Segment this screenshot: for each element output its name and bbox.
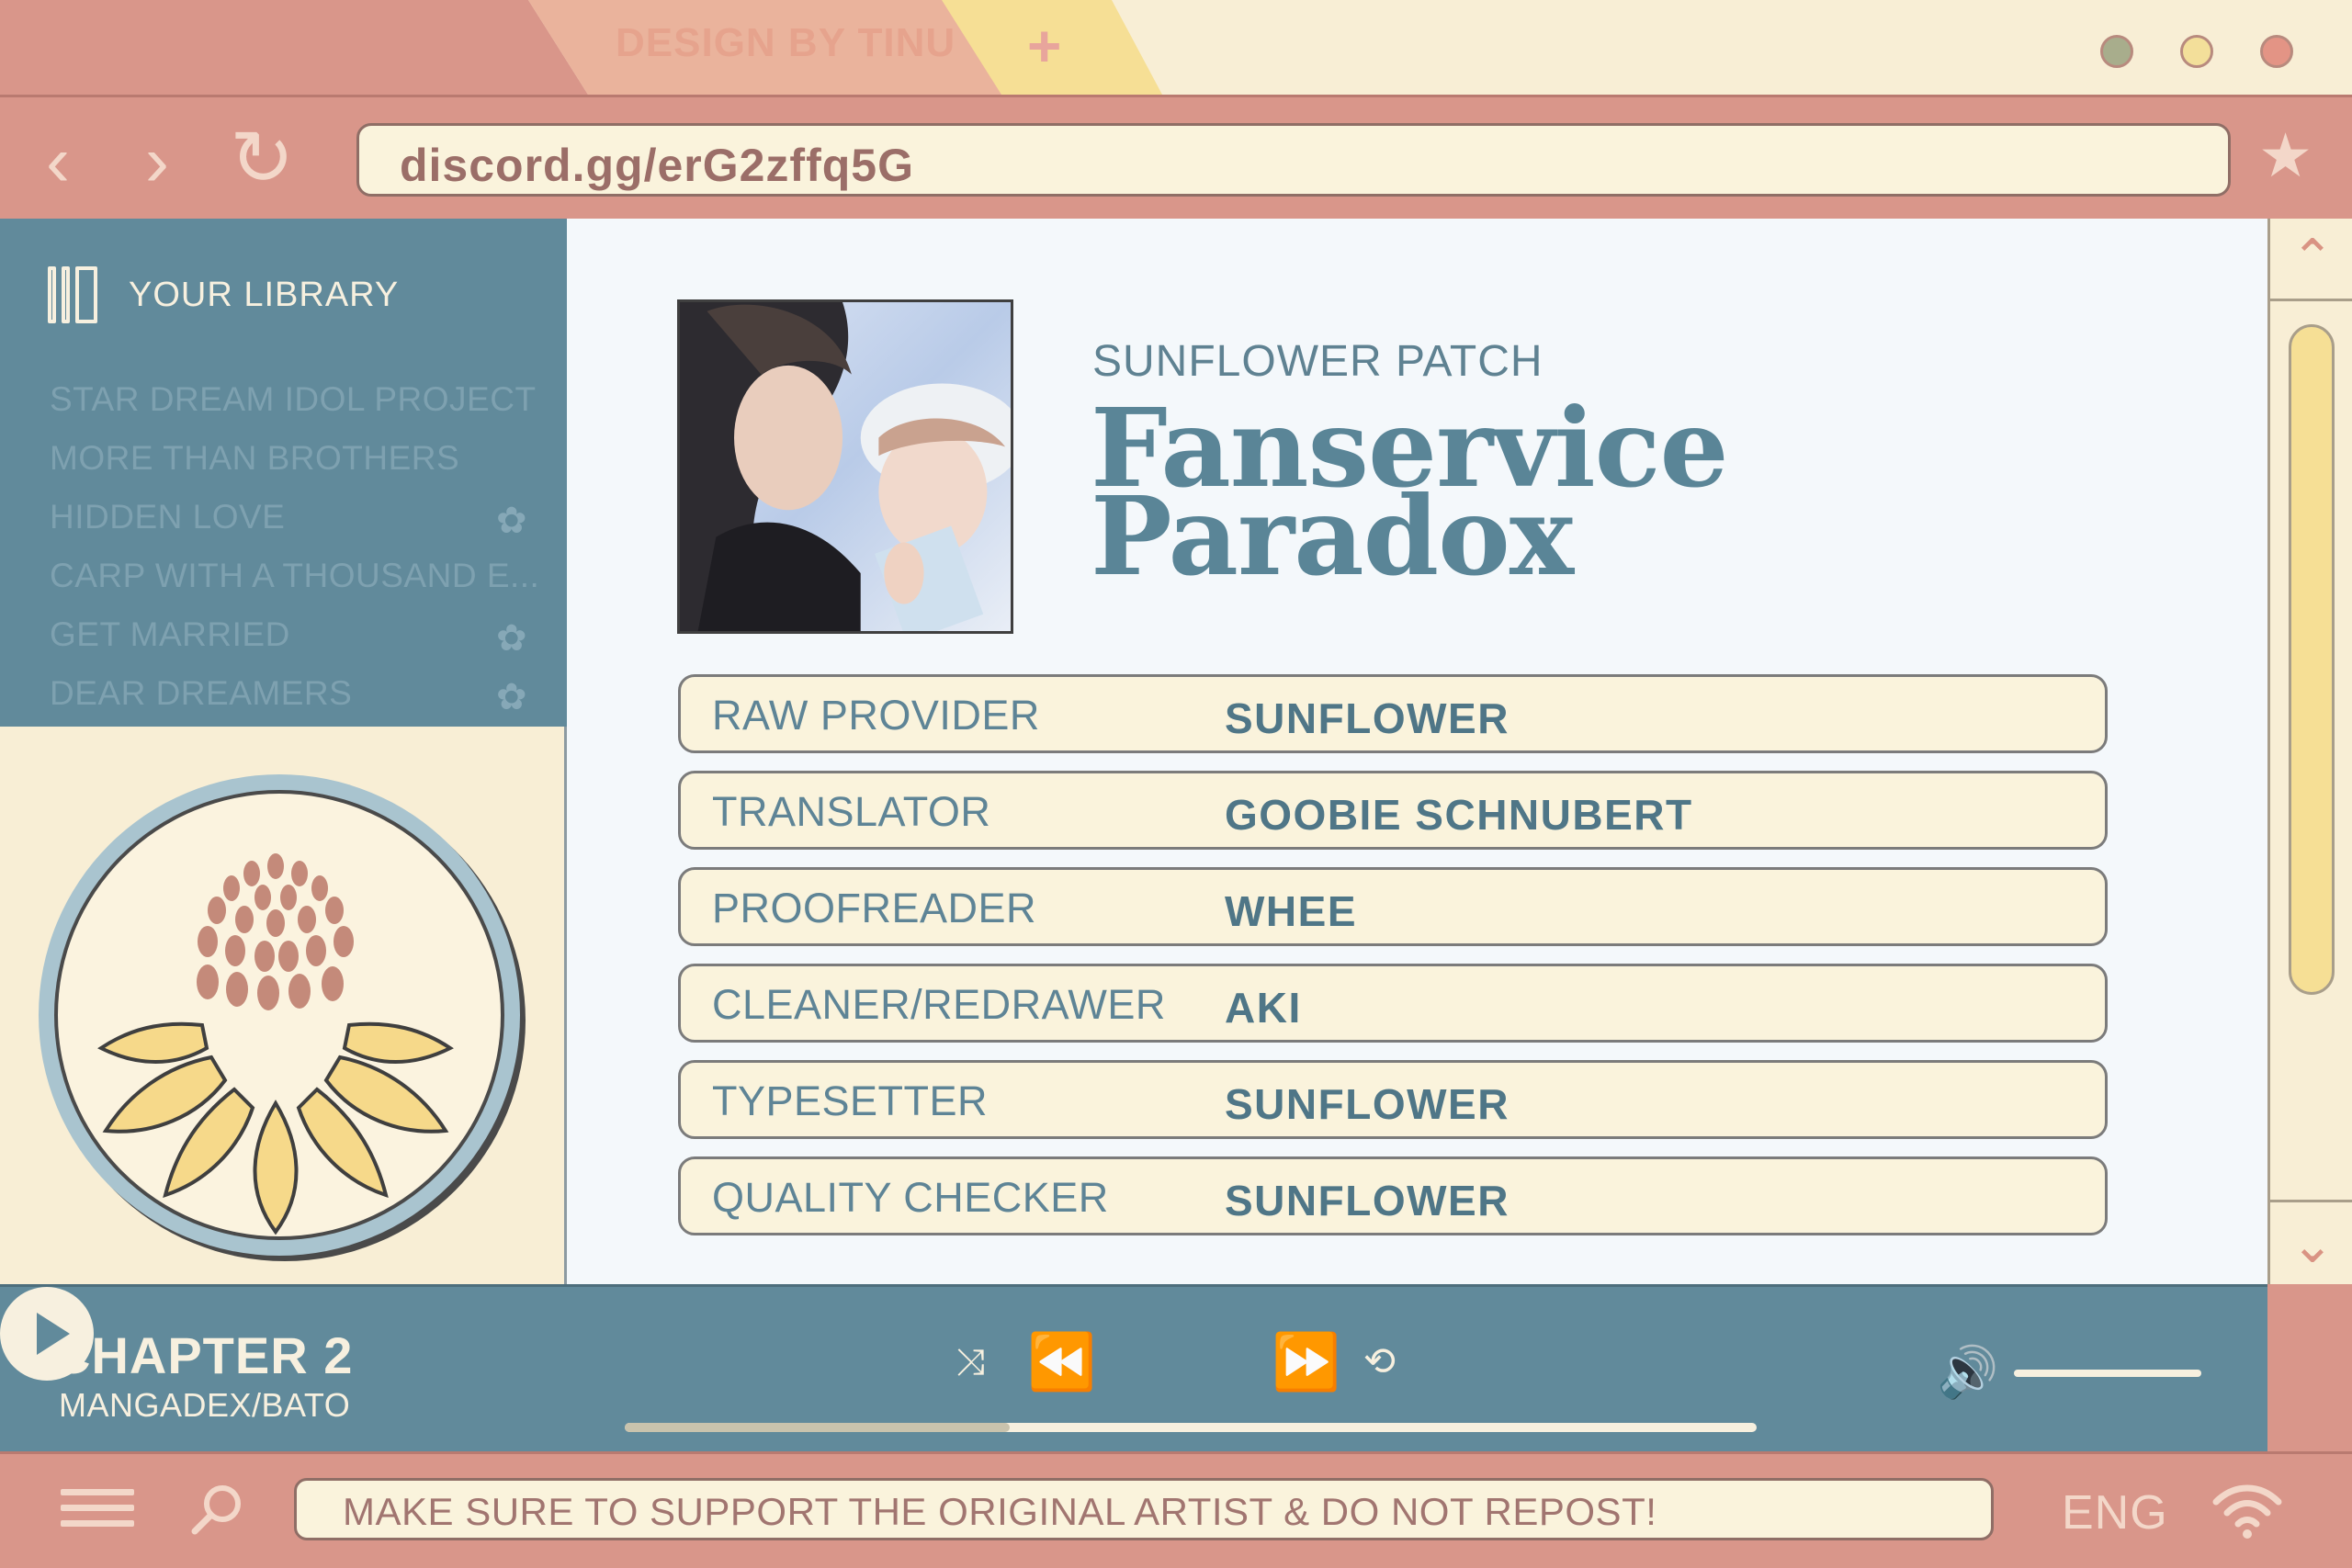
credit-role: CLEANER/REDRAWER [712, 981, 1166, 1028]
credit-name: AKI [1225, 984, 1302, 1032]
credit-row: CLEANER/REDRAWER AKI [678, 964, 2108, 1043]
fast-forward-icon[interactable]: ⏩ [1272, 1335, 1340, 1390]
library-item-label: DEAR DREAMERS [50, 674, 353, 712]
repeat-icon[interactable]: ⟲ [1363, 1342, 1396, 1381]
wifi-icon [2212, 1484, 2282, 1539]
maximize-button[interactable] [2180, 35, 2213, 68]
volume-slider[interactable] [2014, 1370, 2201, 1377]
library-item[interactable]: HIDDEN LOVE ✿ [50, 498, 527, 542]
tab-strip-left-area [0, 0, 588, 95]
flower-icon: ✿ [495, 618, 527, 659]
credit-role: TYPESETTER [712, 1077, 989, 1124]
flower-icon: ✿ [495, 677, 527, 717]
scroll-thumb[interactable] [2289, 324, 2335, 995]
minimize-button[interactable] [2100, 35, 2133, 68]
address-bar[interactable]: discord.gg/erG2zffq5G [356, 123, 2231, 197]
chapter-label: CHAPTER 2 [53, 1326, 354, 1384]
series-group-label: SUNFLOWER PATCH [1092, 337, 1544, 386]
progress-fill [625, 1423, 1010, 1432]
credit-row: RAW PROVIDER SUNFLOWER [678, 674, 2108, 753]
scroll-down-icon[interactable]: ⌄ [2270, 1200, 2352, 1284]
progress-bar[interactable] [625, 1423, 1757, 1432]
status-bar: MAKE SURE TO SUPPORT THE ORIGINAL ARTIST… [0, 1451, 2352, 1568]
credit-name: GOOBIE SCHNUBERT [1225, 791, 1693, 839]
library-item-label: HIDDEN LOVE [50, 498, 286, 536]
credit-role: QUALITY CHECKER [712, 1174, 1109, 1221]
credit-name: SUNFLOWER [1225, 1177, 1510, 1224]
library-title: YOUR LIBRARY [129, 276, 400, 314]
credit-name: WHEE [1225, 887, 1357, 935]
plus-icon: + [1027, 13, 1062, 79]
cover-art-image [677, 299, 1013, 634]
vertical-scrollbar[interactable]: ⌃ ⌄ [2267, 219, 2352, 1284]
credit-row: TRANSLATOR GOOBIE SCHNUBERT [678, 771, 2108, 850]
player-bar: CHAPTER 2 MANGADEX/BATO ⤨ ⏪ ⏩ ⟲ 🔊 [0, 1284, 2267, 1451]
library-item-label: MORE THAN BROTHERS [50, 439, 460, 477]
credit-name: SUNFLOWER [1225, 694, 1510, 742]
credit-role: RAW PROVIDER [712, 692, 1040, 739]
credit-role: TRANSLATOR [712, 788, 991, 835]
search-icon[interactable] [189, 1482, 244, 1537]
url-text: discord.gg/erG2zffq5G [400, 140, 914, 191]
series-title: Fanservice Paradox [1091, 394, 1826, 591]
library-item[interactable]: GET MARRIED ✿ [50, 615, 527, 660]
bookmark-star-icon[interactable]: ★ [2258, 125, 2312, 186]
library-item-label: CARP WITH A THOUSAND E... [50, 557, 540, 594]
tab-active-label: DESIGN BY TINU [616, 20, 956, 65]
credit-name: SUNFLOWER [1225, 1080, 1510, 1128]
notice-text: MAKE SURE TO SUPPORT THE ORIGINAL ARTIST… [343, 1490, 1657, 1533]
credit-row: PROOFREADER WHEE [678, 867, 2108, 946]
close-button[interactable] [2260, 35, 2293, 68]
menu-icon[interactable] [61, 1489, 134, 1539]
library-icon [48, 266, 99, 323]
tab-strip: DESIGN BY TINU + [0, 0, 2352, 95]
flower-icon: ✿ [495, 501, 527, 541]
notice-bar: MAKE SURE TO SUPPORT THE ORIGINAL ARTIST… [294, 1478, 1994, 1540]
library-item[interactable]: DEAR DREAMERS ✿ [50, 674, 527, 718]
sunflower-logo [39, 774, 526, 1261]
credit-row: TYPESETTER SUNFLOWER [678, 1060, 2108, 1139]
library-sidebar: YOUR LIBRARY STAR DREAM IDOL PROJECT MOR… [0, 219, 567, 727]
credit-row: QUALITY CHECKER SUNFLOWER [678, 1156, 2108, 1235]
source-label: MANGADEX/BATO [59, 1386, 351, 1424]
scroll-up-icon[interactable]: ⌃ [2270, 219, 2352, 301]
reload-icon[interactable]: ↻ [230, 119, 294, 197]
language-label[interactable]: ENG [2062, 1485, 2168, 1540]
main-content: SUNFLOWER PATCH Fanservice Paradox RAW P… [567, 219, 2267, 1284]
credit-role: PROOFREADER [712, 885, 1037, 931]
forward-arrow-icon[interactable]: › [145, 125, 169, 197]
library-item[interactable]: MORE THAN BROTHERS [50, 439, 527, 483]
library-item[interactable]: STAR DREAM IDOL PROJECT [50, 380, 536, 424]
rewind-icon[interactable]: ⏪ [1027, 1335, 1096, 1390]
volume-icon[interactable]: 🔊 [1937, 1348, 1998, 1397]
library-item[interactable]: CARP WITH A THOUSAND E... [50, 557, 539, 601]
shuffle-icon[interactable]: ⤨ [956, 1344, 985, 1381]
back-arrow-icon[interactable]: ‹ [46, 125, 70, 197]
library-item-label: GET MARRIED [50, 615, 290, 653]
logo-panel [0, 727, 567, 1284]
navigation-bar: ‹ › ↻ discord.gg/erG2zffq5G ★ [0, 95, 2352, 219]
library-item-label: STAR DREAM IDOL PROJECT [50, 380, 537, 418]
